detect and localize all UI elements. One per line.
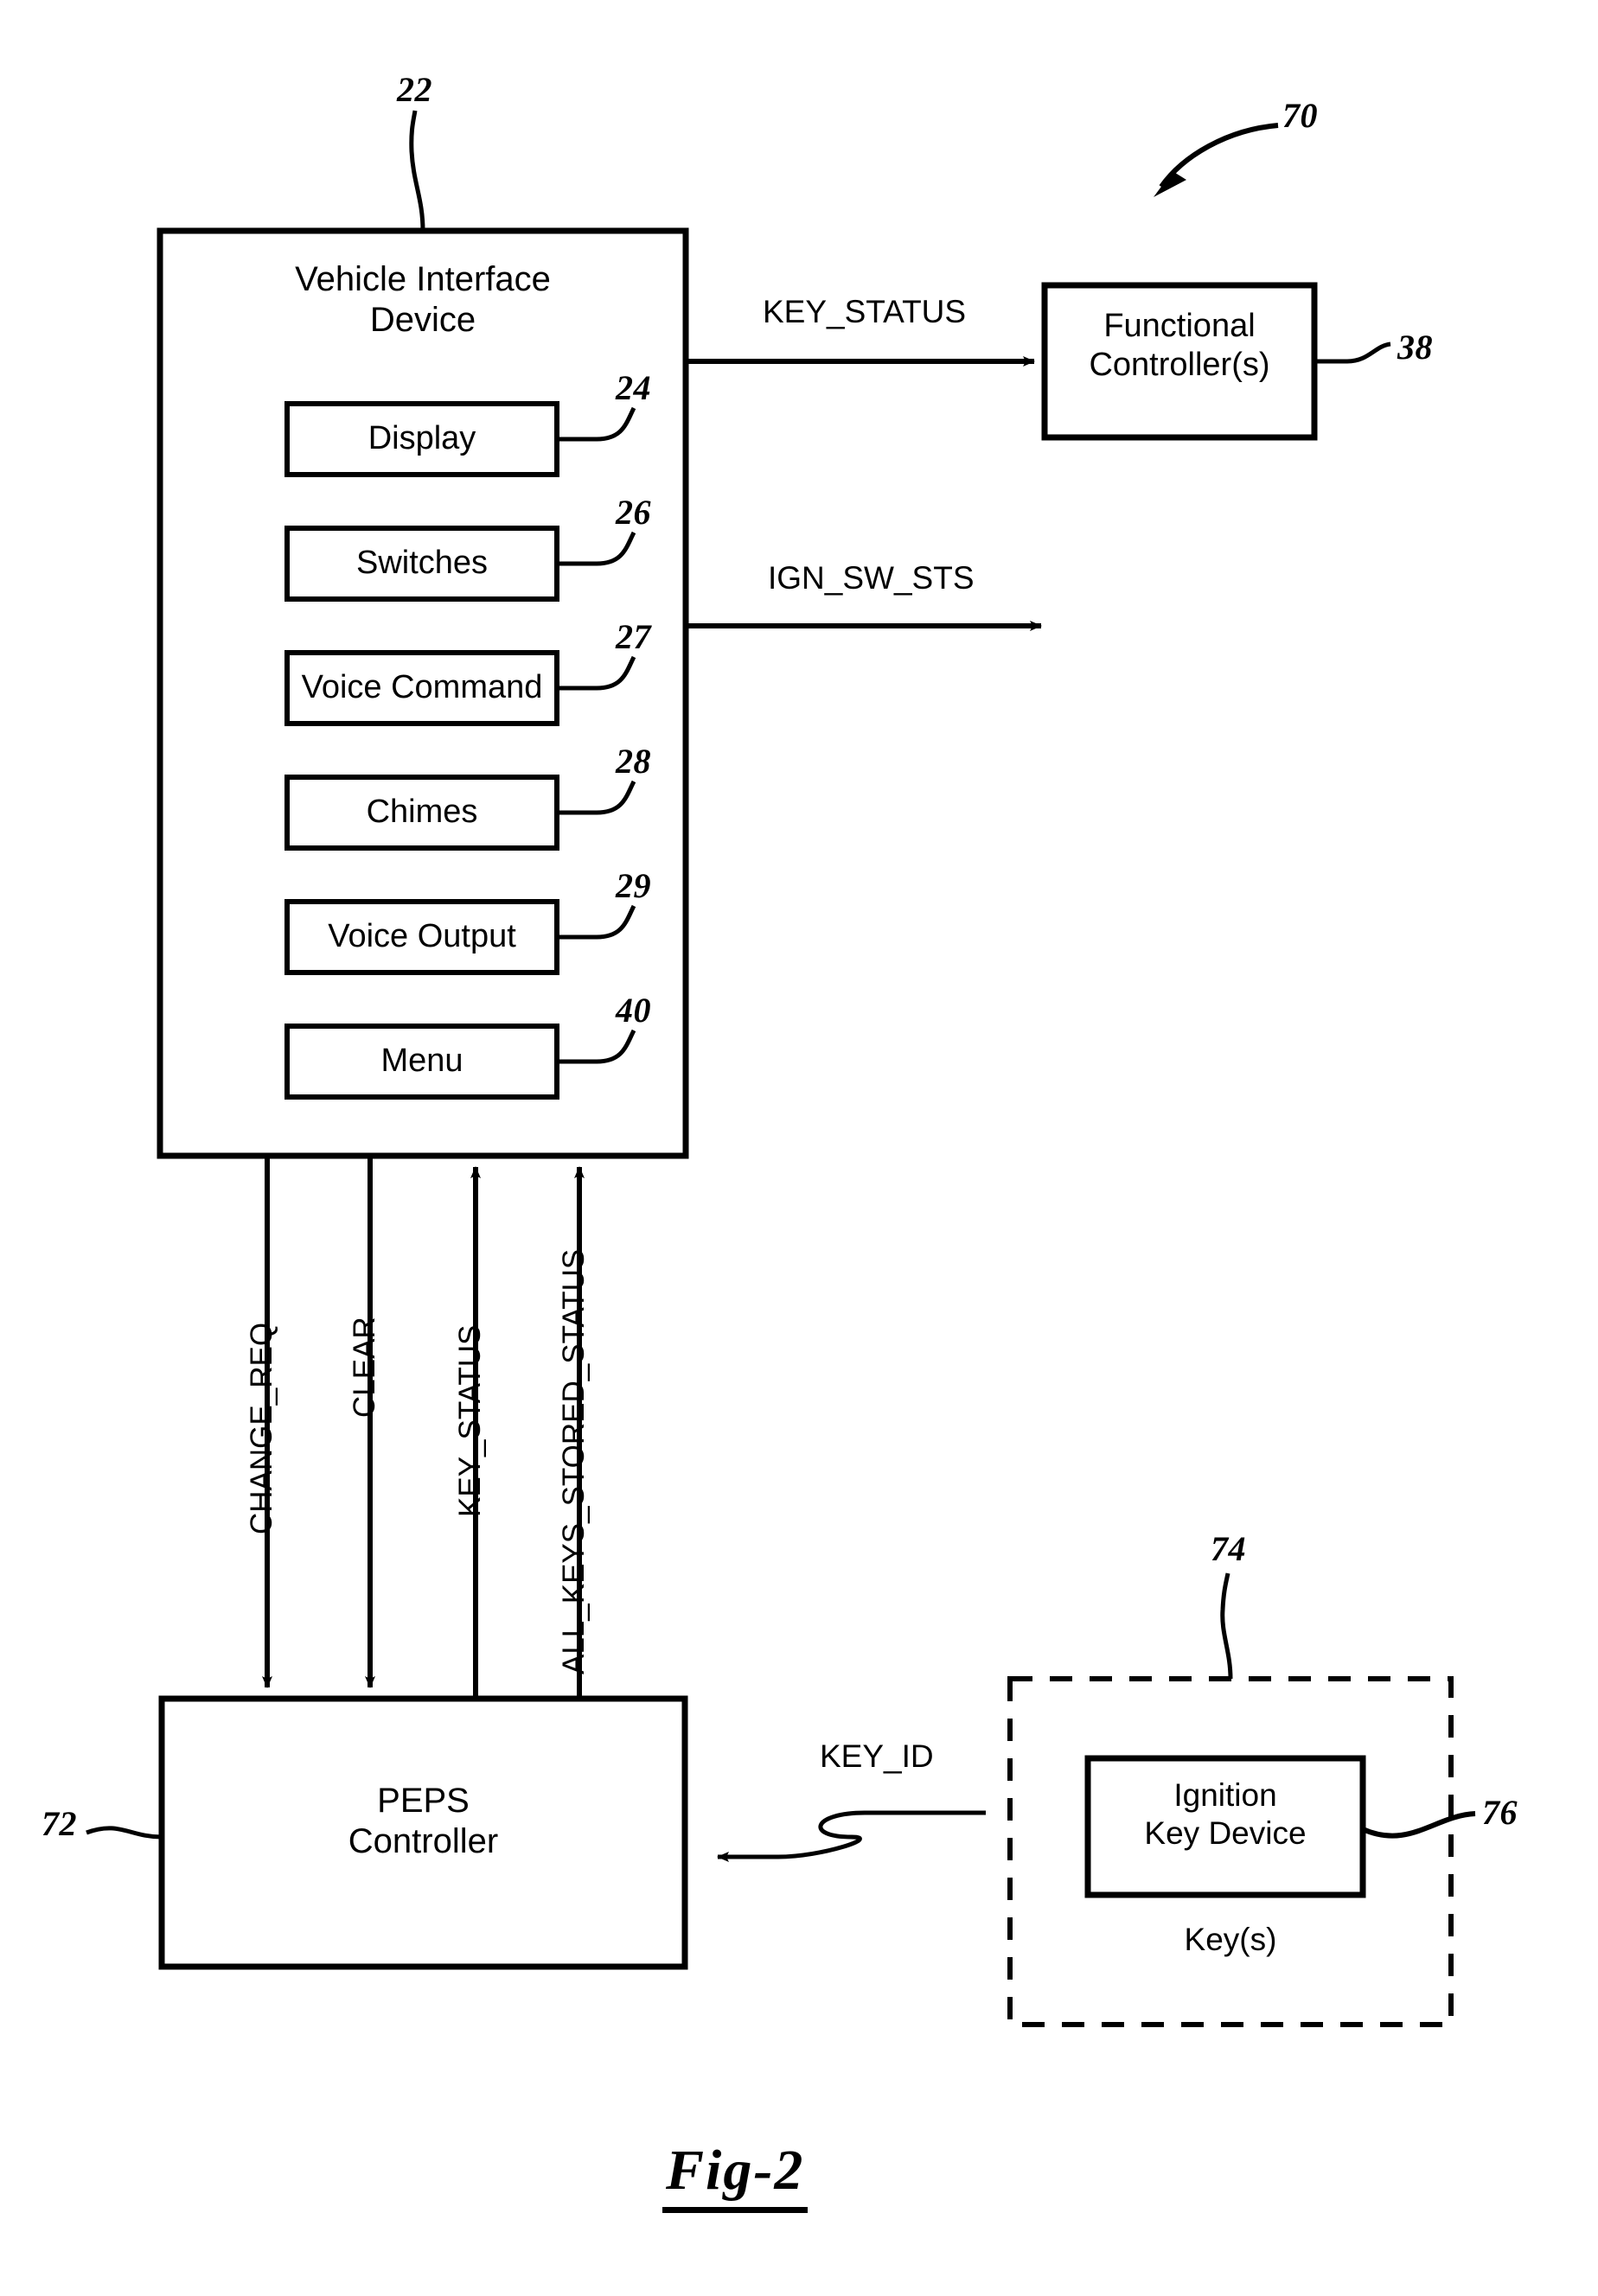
leader-29 (557, 904, 636, 940)
leader-24 (557, 406, 636, 442)
module-label-chimes: Chimes (366, 794, 478, 830)
ref-number-24: 24 (616, 368, 651, 407)
arrow-key-id (717, 1810, 986, 1862)
functional-controller-label: Functional Controller(s) (1089, 308, 1270, 383)
module-label-voice-output: Voice Output (328, 918, 516, 954)
ref-number-27: 27 (616, 617, 651, 656)
leader-26 (557, 531, 636, 566)
module-label-voice-command: Voice Command (301, 669, 543, 705)
ref-number-40: 40 (616, 991, 651, 1030)
vehicle-interface-device-title: Vehicle Interface Device (295, 260, 551, 340)
leader-27 (557, 655, 636, 691)
signal-label-key-status-out: KEY_STATUS (763, 294, 967, 329)
ref-number-29: 29 (616, 866, 651, 905)
signal-label-key-id: KEY_ID (820, 1738, 934, 1774)
ref-number-26: 26 (616, 493, 651, 532)
ref-number-22: 22 (397, 70, 432, 109)
figure-caption: Fig-2 (662, 2138, 809, 2213)
signal-label-clear: CLEAR (348, 1317, 381, 1418)
ignition-key-device-label: Ignition Key Device (1144, 1777, 1307, 1851)
leader-28 (557, 780, 636, 815)
leader-70-arrowhead (1154, 164, 1186, 197)
ref-number-72: 72 (42, 1804, 77, 1843)
leader-72 (86, 1826, 163, 1840)
ref-number-74: 74 (1211, 1529, 1246, 1568)
ref-number-38: 38 (1397, 328, 1433, 367)
leader-40 (557, 1029, 636, 1064)
leader-22 (409, 110, 425, 232)
signal-label-all-keys-stored-status: ALL_KEYS_STORED_STATUS (557, 1248, 591, 1674)
ref-number-76: 76 (1482, 1793, 1518, 1832)
patent-figure-page: Vehicle Interface Device 22 Display Swit… (0, 0, 1598, 2296)
keys-group-label: Key(s) (1184, 1922, 1277, 1957)
ref-number-28: 28 (616, 742, 651, 781)
module-label-switches: Switches (355, 545, 489, 581)
ref-number-70: 70 (1282, 96, 1318, 135)
leader-74 (1220, 1572, 1233, 1680)
module-label-menu: Menu (380, 1043, 463, 1079)
leader-76 (1361, 1811, 1476, 1839)
module-label-display: Display (368, 420, 476, 456)
signal-label-ign-sw-sts: IGN_SW_STS (768, 560, 975, 596)
leader-38 (1314, 341, 1391, 364)
peps-controller-label: PEPS Controller (348, 1782, 499, 1861)
signal-label-key-status-internal: KEY_STATUS (453, 1324, 487, 1517)
signal-label-change-req: CHANGE_REQ (245, 1322, 278, 1534)
